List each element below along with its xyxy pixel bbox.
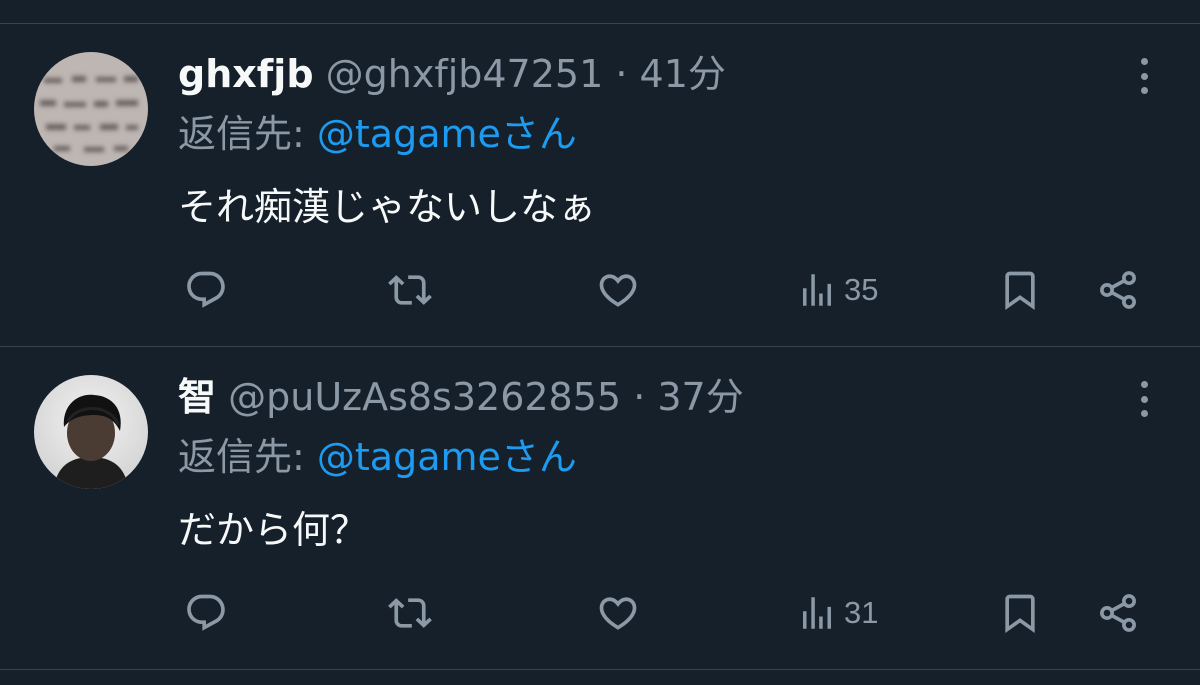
display-name[interactable]: ghxfjb [178, 52, 314, 96]
tweet-header: ghxfjb @ghxfjb47251 · 41分 [178, 50, 726, 98]
tweet-text: それ痴漢じゃないしなぁ [178, 185, 597, 229]
replying-to: 返信先: @tagameさん [178, 110, 577, 158]
more-options-button[interactable] [1132, 379, 1156, 419]
user-handle[interactable]: @puUzAs8s3262855 [228, 375, 621, 419]
blurred-image-avatar [34, 52, 148, 166]
reply-icon [187, 594, 225, 631]
more-dot [1140, 87, 1148, 94]
views-count: 35 [844, 272, 879, 307]
bookmark-button[interactable] [998, 591, 1042, 635]
heart-icon [599, 274, 637, 307]
views-chart-icon [803, 597, 831, 629]
tweet-header: 智 @puUzAs8s3262855 · 37分 [178, 373, 744, 421]
bookmark-button[interactable] [998, 268, 1042, 312]
avatar[interactable] [34, 375, 148, 489]
share-icon [1100, 271, 1136, 309]
retweet-button[interactable] [388, 268, 432, 312]
action-bar: 31 [0, 591, 1200, 635]
bookmark-icon [1005, 594, 1035, 634]
more-options-button[interactable] [1132, 56, 1156, 96]
retweet-icon [388, 598, 432, 628]
avatar[interactable] [34, 52, 148, 166]
separator-dot: · [615, 52, 628, 96]
views-chart-icon [803, 274, 831, 306]
more-dots-icon [1140, 381, 1148, 388]
like-button[interactable] [596, 268, 640, 312]
like-button[interactable] [596, 591, 640, 635]
views-count: 31 [844, 595, 879, 630]
reply-to-link[interactable]: @tagameさん [317, 112, 577, 156]
timestamp[interactable]: 41分 [640, 52, 726, 96]
replying-to: 返信先: @tagameさん [178, 433, 577, 481]
separator-dot: · [633, 375, 646, 419]
user-handle[interactable]: @ghxfjb47251 [326, 52, 604, 96]
tweet-text: だから何？ [178, 508, 369, 552]
reply-to-link[interactable]: @tagameさん [317, 435, 577, 479]
share-button[interactable] [1096, 591, 1140, 635]
retweet-button[interactable] [388, 591, 432, 635]
action-bar: 35 [0, 268, 1200, 312]
more-dot [1140, 410, 1148, 417]
reply-button[interactable] [184, 268, 228, 312]
timestamp[interactable]: 37分 [657, 375, 743, 419]
tweet-reply[interactable]: ghxfjb @ghxfjb47251 · 41分 返信先: @tagameさん… [0, 24, 1200, 347]
more-dot [1140, 395, 1148, 403]
reply-icon [187, 271, 225, 308]
more-dots-icon [1140, 58, 1148, 65]
more-dot [1140, 72, 1148, 80]
reply-prefix: 返信先: [178, 435, 305, 479]
display-name[interactable]: 智 [178, 375, 216, 419]
heart-icon [599, 597, 637, 630]
reply-button[interactable] [184, 591, 228, 635]
share-button[interactable] [1096, 268, 1140, 312]
person-photo-avatar [34, 375, 148, 489]
bookmark-icon [1005, 271, 1035, 311]
views-button[interactable]: 31 [796, 591, 878, 635]
share-icon [1100, 594, 1136, 632]
reply-prefix: 返信先: [178, 112, 305, 156]
retweet-icon [388, 275, 432, 305]
views-button[interactable]: 35 [796, 268, 878, 312]
top-divider [0, 0, 1200, 24]
tweet-reply[interactable]: 智 @puUzAs8s3262855 · 37分 返信先: @tagameさん … [0, 347, 1200, 670]
